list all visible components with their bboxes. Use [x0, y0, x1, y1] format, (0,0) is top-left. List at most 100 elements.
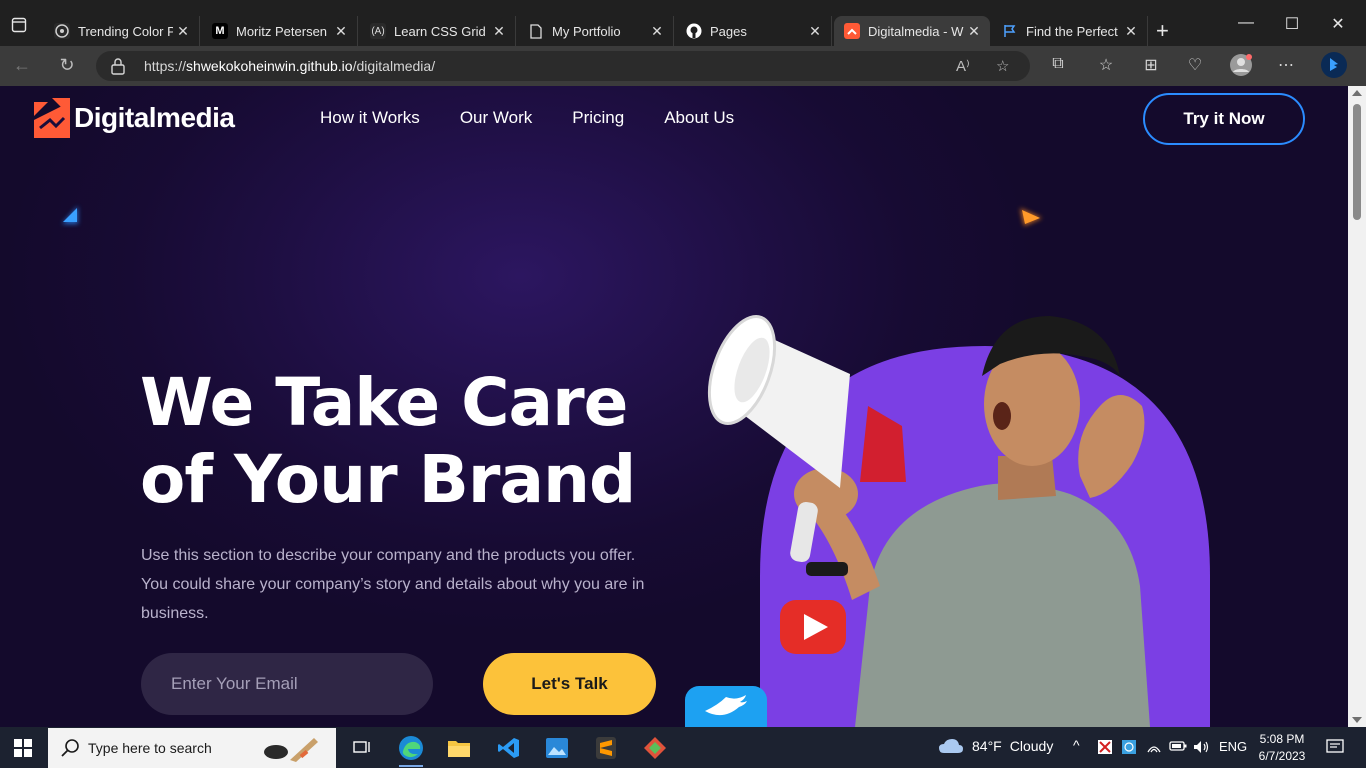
address-bar: ← ↻ https://shwekokoheinwin.github.io/di…	[0, 46, 1366, 86]
language-indicator[interactable]: ENG	[1219, 739, 1247, 754]
tab-title: Learn CSS Grid by	[394, 23, 489, 39]
page-scrollbar[interactable]	[1348, 86, 1366, 727]
maximize-icon[interactable]: ☐	[1280, 14, 1304, 34]
youtube-icon	[780, 600, 846, 654]
back-icon[interactable]: ←	[10, 55, 34, 76]
tab-title: Trending Color Pa	[78, 23, 173, 39]
github-icon	[686, 23, 702, 39]
wifi-icon[interactable]	[1146, 739, 1162, 758]
scroll-down-icon[interactable]	[1352, 717, 1362, 723]
hero-illustration	[685, 315, 1210, 727]
nav-how-it-works[interactable]: How it Works	[320, 108, 420, 128]
tab-0[interactable]: Trending Color Pa ✕	[44, 16, 200, 46]
hero-title: We Take Care of Your Brand	[140, 364, 636, 518]
tab-title: Digitalmedia - W	[868, 23, 964, 39]
git-client-icon[interactable]	[639, 732, 671, 764]
digitalmedia-icon	[844, 23, 860, 39]
sublime-text-icon[interactable]	[590, 732, 622, 764]
weather-temperature: 84°F	[972, 738, 1002, 754]
chatgpt-icon	[54, 23, 70, 39]
volume-icon[interactable]	[1192, 739, 1210, 758]
twitter-icon	[685, 686, 767, 727]
close-tab-icon[interactable]: ✕	[647, 23, 667, 40]
photos-icon[interactable]	[541, 732, 573, 764]
clock-date: 6/7/2023	[1258, 749, 1306, 763]
tab-3[interactable]: My Portfolio ✕	[518, 16, 674, 46]
clock-time: 5:08 PM	[1259, 732, 1305, 746]
read-aloud-icon[interactable]: A⁾	[956, 57, 970, 75]
main-nav: How it Works Our Work Pricing About Us	[320, 108, 734, 128]
hockey-icon	[263, 738, 318, 762]
decorative-triangle-icon	[62, 206, 78, 224]
url-text: https://shwekokoheinwin.github.io/digita…	[144, 58, 436, 74]
web-page: Digitalmedia How it Works Our Work Prici…	[0, 86, 1348, 727]
chevron-up-icon[interactable]: ^	[1073, 737, 1080, 753]
profile-avatar-icon[interactable]	[1229, 53, 1253, 82]
taskbar-search-box[interactable]: Type here to search	[48, 728, 336, 768]
file-explorer-icon[interactable]	[443, 732, 475, 764]
close-tab-icon[interactable]: ✕	[173, 23, 193, 40]
scrollbar-thumb[interactable]	[1353, 104, 1361, 220]
tab-6[interactable]: Find the Perfect I ✕	[992, 16, 1148, 46]
windows-start-icon[interactable]	[14, 739, 32, 757]
vscode-icon[interactable]	[493, 732, 525, 764]
task-view-icon[interactable]	[346, 732, 378, 764]
close-tab-icon[interactable]: ✕	[964, 23, 984, 40]
hero-title-line-2: of Your Brand	[140, 441, 636, 518]
system-clock[interactable]: 5:08 PM 6/7/2023	[1252, 731, 1312, 765]
decorative-triangle-icon	[1020, 208, 1042, 226]
tab-4[interactable]: Pages ✕	[676, 16, 832, 46]
collections-icon[interactable]: ⊞	[1139, 55, 1163, 75]
bing-chat-icon[interactable]	[1320, 51, 1347, 84]
email-input[interactable]	[141, 653, 433, 715]
tab-title: Moritz Petersen -	[236, 23, 331, 39]
close-tab-icon[interactable]: ✕	[489, 23, 509, 40]
tab-5-active[interactable]: Digitalmedia - W ✕	[834, 16, 990, 46]
close-tab-icon[interactable]: ✕	[805, 23, 825, 40]
weather-condition: Cloudy	[1009, 738, 1054, 754]
tab-title: My Portfolio	[552, 23, 621, 39]
tab-actions-icon[interactable]	[8, 14, 30, 36]
network-globe-icon[interactable]	[1121, 739, 1137, 758]
tab-2[interactable]: (A) Learn CSS Grid by ✕	[360, 16, 516, 46]
refresh-icon[interactable]: ↻	[55, 55, 79, 76]
weather-widget[interactable]: 84°F Cloudy	[938, 737, 1053, 755]
close-tab-icon[interactable]: ✕	[1121, 23, 1141, 40]
favorites-icon[interactable]: ☆	[1094, 55, 1118, 75]
search-icon	[61, 739, 79, 757]
favorite-star-icon[interactable]: ☆	[996, 57, 1009, 75]
page-icon	[528, 23, 544, 39]
site-logo[interactable]: Digitalmedia	[34, 98, 235, 138]
nav-about-us[interactable]: About Us	[664, 108, 734, 128]
windows-taskbar: Type here to search 84°F Cloudy ^ ENG 5:…	[0, 727, 1366, 768]
nav-pricing[interactable]: Pricing	[572, 108, 624, 128]
cloud-icon	[939, 739, 963, 753]
close-window-icon[interactable]: ✕	[1326, 14, 1350, 34]
hero-description: Use this section to describe your compan…	[141, 547, 645, 622]
code-icon: (A)	[370, 23, 386, 39]
try-it-now-button[interactable]: Try it Now	[1143, 93, 1305, 145]
browser-tab-bar: Trending Color Pa ✕ M Moritz Petersen - …	[0, 0, 1366, 46]
close-tab-icon[interactable]: ✕	[331, 23, 351, 40]
performance-icon[interactable]: ♡	[1183, 55, 1207, 75]
lets-talk-button[interactable]: Let's Talk	[483, 653, 656, 715]
search-placeholder: Type here to search	[88, 740, 212, 756]
extensions-icon[interactable]: ⧉	[1046, 55, 1070, 73]
tab-title: Find the Perfect I	[1026, 23, 1121, 39]
nav-our-work[interactable]: Our Work	[460, 108, 532, 128]
lock-icon	[111, 58, 125, 75]
url-field[interactable]: https://shwekokoheinwin.github.io/digita…	[96, 51, 1030, 81]
edge-app-icon[interactable]	[395, 732, 427, 767]
logo-text: Digitalmedia	[74, 102, 235, 133]
minimize-icon[interactable]: —	[1234, 14, 1258, 32]
medium-icon: M	[212, 23, 228, 39]
tab-1[interactable]: M Moritz Petersen - ✕	[202, 16, 358, 46]
more-menu-icon[interactable]: ⋯	[1274, 55, 1298, 75]
hero-title-line-1: We Take Care	[140, 364, 628, 441]
tab-title: Pages	[710, 23, 747, 39]
scroll-up-icon[interactable]	[1352, 90, 1362, 96]
battery-icon[interactable]	[1169, 739, 1187, 756]
new-tab-icon[interactable]: +	[1156, 18, 1169, 44]
antivirus-alert-icon[interactable]	[1097, 739, 1113, 758]
notifications-icon[interactable]	[1326, 739, 1344, 758]
